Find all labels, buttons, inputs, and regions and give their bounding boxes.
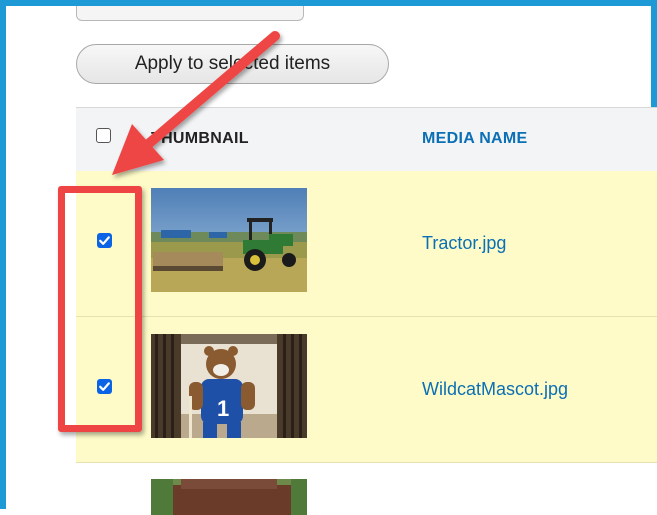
red-arrow-icon <box>112 31 280 175</box>
